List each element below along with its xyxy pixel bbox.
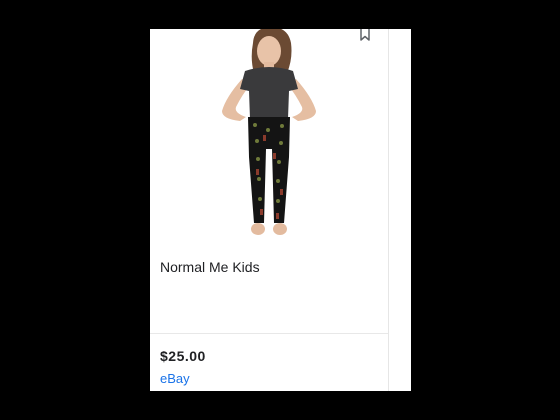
product-image[interactable]	[150, 29, 388, 247]
card-divider	[150, 333, 388, 334]
product-card[interactable]: Normal Me Kids $25.00 eBay	[150, 29, 388, 391]
seller-link[interactable]: eBay	[160, 371, 190, 386]
product-title[interactable]: Normal Me Kids	[160, 259, 260, 275]
screenshot-stage: Normal Me Kids $25.00 eBay	[0, 0, 560, 420]
product-photo	[222, 29, 316, 235]
product-price: $25.00	[160, 348, 206, 364]
adjacent-card-edge	[388, 29, 411, 391]
bookmark-icon[interactable]	[358, 29, 372, 41]
